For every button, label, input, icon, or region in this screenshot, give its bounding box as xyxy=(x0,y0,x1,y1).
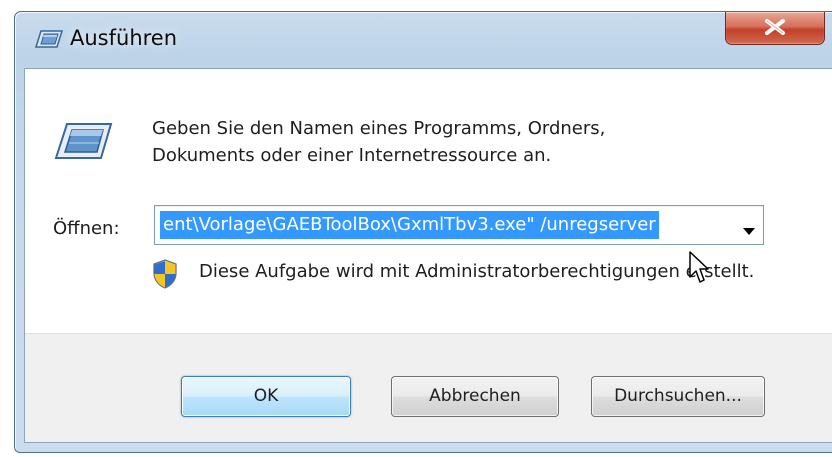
description-line: Dokuments oder einer Internetressource a… xyxy=(152,145,552,166)
open-input[interactable]: ent\Vorlage\GAEBToolBox\GxmlTbv3.exe" /u… xyxy=(160,211,659,239)
window-title: Ausführen xyxy=(70,26,178,50)
ok-button[interactable]: OK xyxy=(181,376,351,417)
open-label: Öffnen: xyxy=(53,218,120,239)
description-text: Geben Sie den Namen eines Programms, Ord… xyxy=(152,115,605,169)
dialog-content: Geben Sie den Namen eines Programms, Ord… xyxy=(25,69,832,334)
open-combobox[interactable]: ent\Vorlage\GAEBToolBox\GxmlTbv3.exe" /u… xyxy=(154,205,764,245)
close-button[interactable] xyxy=(725,12,825,45)
admin-note: Diese Aufgabe wird mit Administratorbere… xyxy=(199,261,755,282)
run-dialog-window: Ausführen Geben Sie den Namen eines Prog… xyxy=(14,11,832,453)
run-icon xyxy=(53,121,113,165)
title-bar[interactable]: Ausführen xyxy=(15,12,832,70)
mouse-pointer-icon xyxy=(688,251,710,289)
browse-button[interactable]: Durchsuchen... xyxy=(591,376,765,417)
close-icon xyxy=(765,19,785,35)
dialog-body: Geben Sie den Namen eines Programms, Ord… xyxy=(24,68,832,443)
cancel-button[interactable]: Abbrechen xyxy=(391,376,559,417)
chevron-down-icon[interactable] xyxy=(743,221,755,240)
uac-shield-icon xyxy=(152,259,178,293)
description-line: Geben Sie den Namen eines Programms, Ord… xyxy=(152,118,606,139)
run-icon xyxy=(34,29,64,53)
